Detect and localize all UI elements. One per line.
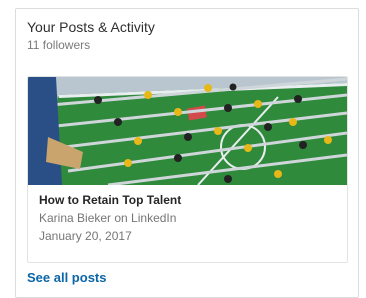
card-header: Your Posts & Activity 11 followers (27, 19, 348, 53)
posts-activity-card: Your Posts & Activity 11 followers How t… (15, 8, 359, 298)
followers-count: 11 followers (27, 38, 91, 52)
post-text: How to Retain Top Talent Karina Bieker o… (39, 192, 339, 244)
post-date: January 20, 2017 (39, 229, 132, 243)
card-title: Your Posts & Activity (27, 19, 155, 35)
post-card[interactable]: How to Retain Top Talent Karina Bieker o… (27, 76, 348, 263)
post-thumbnail-foosball-image[interactable] (28, 77, 347, 185)
see-all-posts-link[interactable]: See all posts (27, 269, 106, 286)
post-author: Karina Bieker on LinkedIn (39, 211, 177, 225)
post-title[interactable]: How to Retain Top Talent (39, 192, 339, 208)
